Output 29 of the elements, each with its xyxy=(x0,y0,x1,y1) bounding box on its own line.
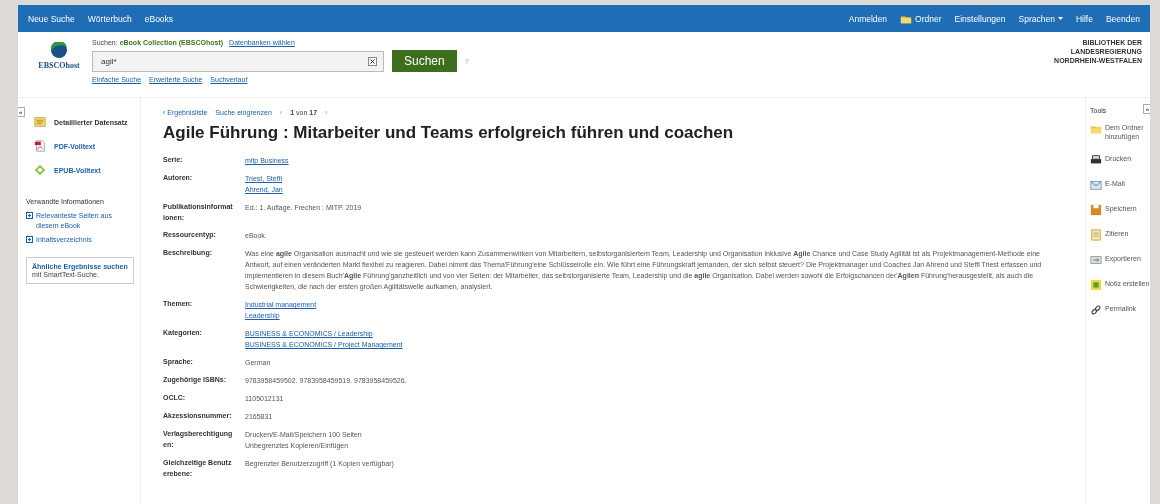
nav-link[interactable]: Beenden xyxy=(1105,13,1140,24)
pdf-file-icon xyxy=(34,140,46,152)
nav-link[interactable]: Hilfe xyxy=(1075,13,1093,24)
export-icon xyxy=(1090,254,1102,266)
note-icon xyxy=(1090,279,1102,291)
document-icon xyxy=(34,116,46,128)
floppy-icon xyxy=(1090,204,1102,216)
document-icon xyxy=(1090,229,1102,241)
nav-link[interactable]: Anmelden xyxy=(848,13,888,24)
logo-text: EBSCOhost xyxy=(38,61,80,70)
chain-link-icon xyxy=(1090,304,1102,316)
folder-link[interactable]: Ordner xyxy=(900,12,942,25)
envelope-icon xyxy=(1090,179,1102,191)
folder-icon xyxy=(1090,123,1102,135)
expand-icon xyxy=(26,212,33,219)
nav-link[interactable]: Wörterbuch xyxy=(87,13,132,24)
diamond-icon xyxy=(34,164,46,176)
printer-icon xyxy=(1090,154,1102,166)
search-button[interactable]: Suchen xyxy=(392,50,457,72)
nav-link[interactable]: Einstellungen xyxy=(954,13,1006,24)
search-field[interactable]: agil* xyxy=(92,50,384,72)
expand-icon xyxy=(26,236,33,243)
caret-icon xyxy=(1057,17,1063,20)
nav-link[interactable]: eBooks xyxy=(144,13,174,24)
globe-logo-icon xyxy=(51,42,67,58)
record-title: Agile Führung : Mitarbeiter und Teams erfolgreich führen und coachen xyxy=(163,123,735,143)
nav-link[interactable]: Neue Suche xyxy=(28,13,75,24)
clear-button[interactable] xyxy=(368,56,377,66)
language-menu[interactable]: Sprachen xyxy=(1018,13,1063,24)
